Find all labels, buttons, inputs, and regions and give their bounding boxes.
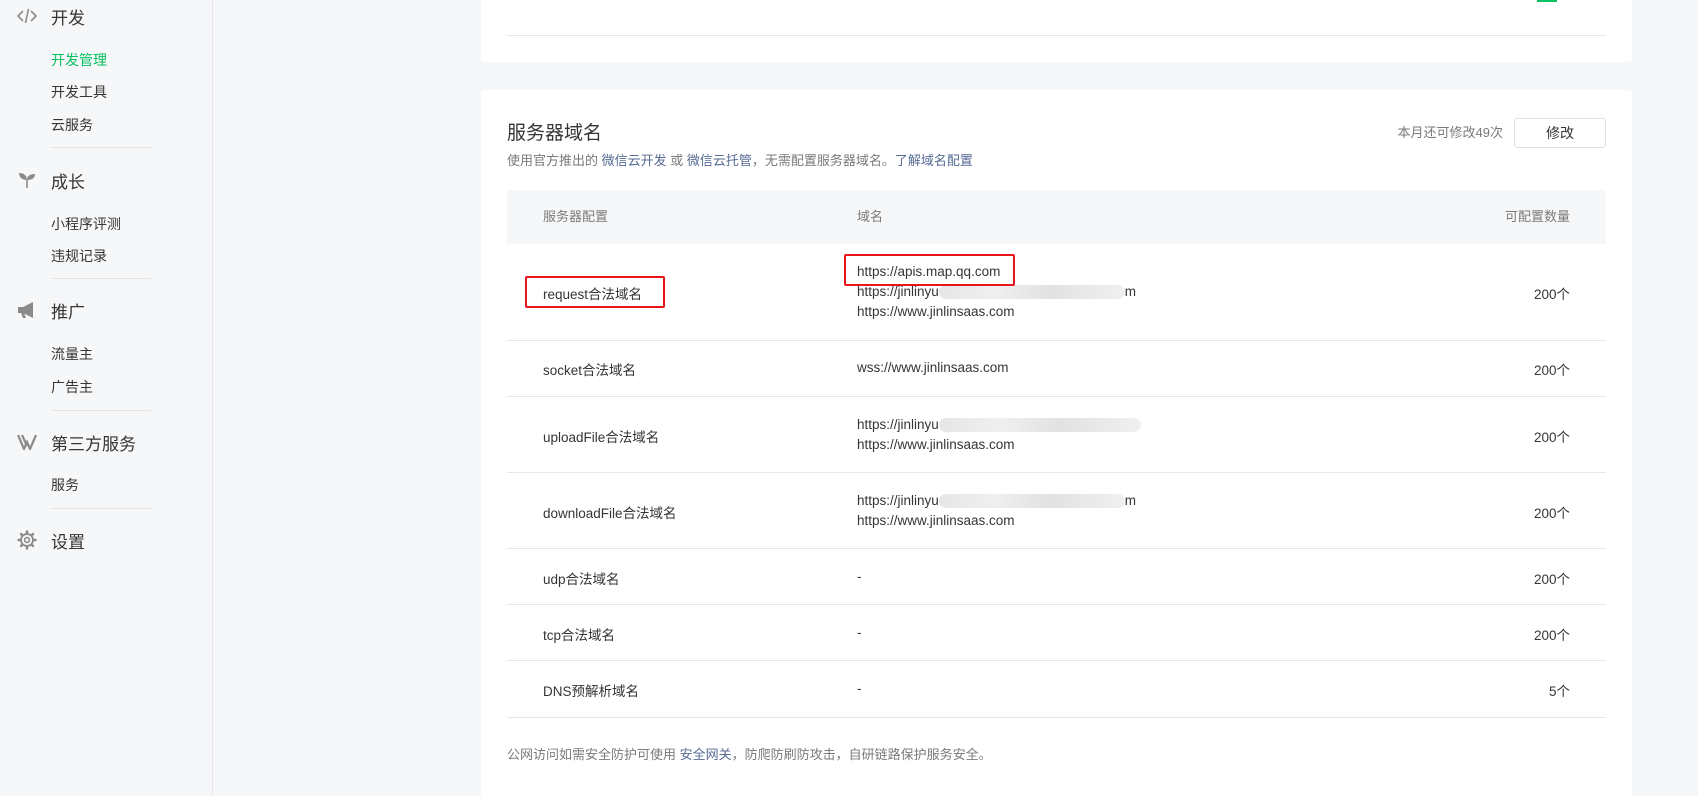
domain-text: https://jinlinyu — [857, 417, 939, 432]
nav-group-label: 开发 — [51, 8, 85, 28]
row-domains: - — [857, 567, 862, 587]
nav-group-growth[interactable]: 成长 — [16, 168, 85, 192]
desc-text: 使用官方推出的 — [507, 153, 602, 168]
gear-icon — [16, 529, 38, 551]
redaction-blur — [938, 494, 1125, 509]
domain-entry: wss://www.jinlinsaas.com — [857, 360, 1009, 375]
sidebar-item-dev-manage[interactable]: 开发管理 — [51, 50, 107, 70]
domain-entry: - — [857, 625, 862, 640]
section-description: 使用官方推出的 微信云开发 或 微信云托管，无需配置服务器域名。了解域名配置 — [507, 150, 973, 169]
row-count: 5个 — [1548, 684, 1570, 699]
domain-entry-redacted: https://jinlinyu — [857, 415, 1141, 435]
row-name: tcp合法域名 — [543, 628, 616, 643]
table-row: downloadFile合法域名 https://jinlinyu m https… — [507, 473, 1606, 549]
row-count: 200个 — [1533, 506, 1570, 521]
nav-group-label: 推广 — [51, 302, 85, 322]
header-config: 服务器配置 — [543, 209, 609, 224]
code-icon — [16, 5, 38, 27]
redaction-blur — [938, 418, 1141, 433]
redaction-blur — [938, 285, 1125, 300]
table-row: uploadFile合法域名 https://jinlinyu https://… — [507, 397, 1606, 473]
sprout-icon — [16, 169, 38, 191]
section-title: 服务器域名 — [507, 123, 603, 144]
domain-entry: https://apis.map.qq.com — [857, 264, 1001, 279]
domain-entry: - — [857, 569, 862, 584]
modify-quota-text: 本月还可修改49次 — [1397, 125, 1503, 140]
nav-group-label: 成长 — [51, 172, 85, 192]
row-name: uploadFile合法域名 — [543, 430, 660, 445]
domain-table: 服务器配置 域名 可配置数量 request合法域名 https://apis.… — [507, 190, 1606, 718]
nav-divider — [51, 278, 151, 279]
divider — [507, 35, 1606, 36]
row-domains: wss://www.jinlinsaas.com — [857, 358, 1009, 378]
domain-text: m — [1124, 284, 1137, 299]
learn-domain-config-link[interactable]: 了解域名配置 — [895, 153, 973, 168]
domain-text: m — [1124, 493, 1137, 508]
domain-entry: https://www.jinlinsaas.com — [857, 437, 1015, 452]
status-indicator — [1537, 0, 1557, 2]
row-domains: https://apis.map.qq.com https://jinlinyu… — [857, 262, 1136, 322]
nav-group-develop[interactable]: 开发 — [16, 4, 85, 28]
desc-text: 或 — [666, 153, 687, 168]
row-name: DNS预解析域名 — [543, 684, 640, 699]
sidebar-item-cloud[interactable]: 云服务 — [51, 115, 93, 135]
row-name: downloadFile合法域名 — [543, 506, 677, 521]
domain-text: https://jinlinyu — [857, 493, 939, 508]
row-name: request合法域名 — [543, 287, 643, 302]
sidebar-item-service[interactable]: 服务 — [51, 475, 79, 495]
header-count: 可配置数量 — [1504, 209, 1570, 224]
row-count: 200个 — [1533, 430, 1570, 445]
security-note: 公网访问如需安全防护可使用 安全网关，防爬防刷防攻击，自研链路保护服务安全。 — [507, 744, 992, 763]
table-row: socket合法域名 wss://www.jinlinsaas.com 200个 — [507, 341, 1606, 397]
sidebar: 开发 开发管理 开发工具 云服务 成长 小程序评测 违规记录 推广 流量主 广告… — [0, 0, 213, 796]
nav-divider — [51, 508, 151, 509]
row-domains: - — [857, 679, 862, 699]
row-name: udp合法域名 — [543, 572, 620, 587]
sidebar-item-dev-tools[interactable]: 开发工具 — [51, 82, 107, 102]
table-row: request合法域名 https://apis.map.qq.com http… — [507, 244, 1606, 341]
note-text: ，防爬防刷防攻击，自研链路保护服务安全。 — [731, 747, 992, 762]
nav-divider — [51, 147, 151, 148]
domain-text: https://jinlinyu — [857, 284, 939, 299]
domain-entry-redacted: https://jinlinyu m — [857, 491, 1136, 511]
desc-text: ，无需配置服务器域名。 — [751, 153, 895, 168]
cloud-dev-link[interactable]: 微信云开发 — [602, 153, 667, 168]
nav-group-label: 第三方服务 — [51, 434, 136, 454]
sidebar-item-evaluate[interactable]: 小程序评测 — [51, 214, 121, 234]
table-row: tcp合法域名 - 200个 — [507, 605, 1606, 661]
sidebar-item-violations[interactable]: 违规记录 — [51, 246, 107, 266]
sidebar-item-traffic-owner[interactable]: 流量主 — [51, 344, 93, 364]
row-count: 200个 — [1533, 628, 1570, 643]
security-gateway-link[interactable]: 安全网关 — [680, 747, 732, 762]
table-row: DNS预解析域名 - 5个 — [507, 661, 1606, 718]
note-text: 公网访问如需安全防护可使用 — [507, 747, 680, 762]
server-domain-card: 服务器域名 使用官方推出的 微信云开发 或 微信云托管，无需配置服务器域名。了解… — [481, 90, 1632, 796]
nav-group-promotion[interactable]: 推广 — [16, 298, 85, 322]
row-count: 200个 — [1533, 287, 1570, 302]
cloud-hosting-link[interactable]: 微信云托管 — [687, 153, 752, 168]
edit-button[interactable]: 修改 — [1514, 118, 1606, 148]
row-name: socket合法域名 — [543, 363, 637, 378]
row-domains: - — [857, 623, 862, 643]
row-count: 200个 — [1533, 572, 1570, 587]
domain-entry-redacted: https://jinlinyu m — [857, 282, 1136, 302]
nav-group-label: 设置 — [51, 532, 85, 552]
nav-group-third-party[interactable]: 第三方服务 — [16, 430, 136, 454]
row-count: 200个 — [1533, 363, 1570, 378]
third-party-icon — [16, 431, 38, 453]
domain-entry: https://www.jinlinsaas.com — [857, 513, 1015, 528]
nav-group-settings[interactable]: 设置 — [16, 528, 85, 552]
row-domains: https://jinlinyu m https://www.jinlinsaas… — [857, 491, 1136, 531]
megaphone-icon — [16, 299, 38, 321]
previous-section-card — [481, 0, 1632, 62]
nav-divider — [51, 410, 151, 411]
sidebar-item-advertiser[interactable]: 广告主 — [51, 377, 93, 397]
domain-entry: https://www.jinlinsaas.com — [857, 304, 1015, 319]
row-domains: https://jinlinyu https://www.jinlinsaas.… — [857, 415, 1141, 455]
header-domain: 域名 — [857, 209, 884, 224]
table-header: 服务器配置 域名 可配置数量 — [507, 190, 1606, 244]
table-row: udp合法域名 - 200个 — [507, 549, 1606, 605]
domain-entry: - — [857, 681, 862, 696]
